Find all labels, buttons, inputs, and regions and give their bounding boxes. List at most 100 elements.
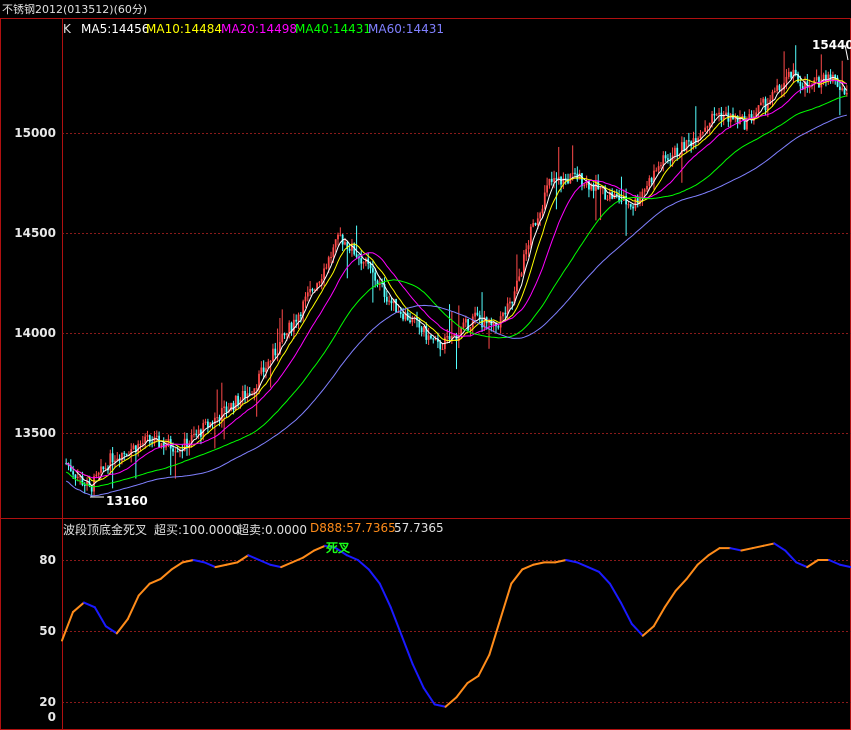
d888-segment — [269, 563, 283, 569]
candle-body — [390, 300, 393, 304]
candle-body — [146, 435, 149, 437]
candle-body — [713, 113, 716, 116]
low-price-marker: 13160 — [106, 494, 148, 508]
candle-body — [74, 474, 77, 478]
candle-body — [662, 155, 665, 166]
candle-body — [843, 88, 846, 95]
candle-body — [655, 170, 658, 172]
candle-body — [527, 245, 530, 250]
d888-segment — [170, 561, 184, 571]
candle-body — [420, 327, 423, 333]
overbuy-label: 超买:100.0000 — [154, 523, 240, 537]
candle-body — [787, 71, 790, 77]
candle-body — [441, 349, 444, 351]
candle-body — [139, 443, 142, 445]
candle-body — [462, 322, 465, 329]
candle-body — [97, 472, 100, 475]
candle-body — [708, 122, 711, 127]
d888-segment — [411, 663, 425, 689]
candle-body — [423, 326, 425, 333]
candle-body — [453, 334, 456, 336]
candle-body — [546, 185, 549, 193]
candle-body — [402, 313, 404, 320]
window-title: 不锈钢2012(013512)(60分) — [2, 3, 148, 16]
candle-body — [711, 113, 713, 123]
d888-segment — [302, 549, 316, 559]
candle-body — [283, 333, 286, 336]
ind-tick-80: 80 — [39, 553, 56, 567]
candle-body — [123, 452, 126, 454]
candle-body — [841, 88, 844, 90]
candle-body — [469, 327, 472, 331]
d888-segment — [773, 542, 787, 552]
d888-segment — [806, 559, 820, 569]
candle-body — [518, 276, 521, 281]
chart-frame — [0, 18, 851, 730]
candle-body — [339, 234, 342, 236]
d888-segment — [247, 554, 261, 561]
ind-tick-50: 50 — [39, 624, 56, 638]
candle-body — [111, 453, 114, 463]
d888-segment — [455, 682, 469, 699]
ma60-line — [65, 114, 847, 497]
d888-segment — [61, 611, 74, 642]
candle-body — [385, 296, 388, 302]
candle-body — [297, 314, 300, 322]
d888-value: 57.7365 — [394, 521, 444, 535]
candle-body — [471, 316, 474, 328]
candle-body — [369, 263, 372, 269]
d888-segment — [630, 622, 644, 637]
candle-body — [553, 178, 555, 182]
candle-body — [467, 319, 470, 331]
d888-segment — [652, 606, 666, 628]
d888-segment — [82, 601, 96, 609]
candle-body — [674, 147, 676, 156]
candle-body — [206, 421, 209, 428]
d888-segment — [203, 561, 217, 569]
candle-body — [776, 85, 779, 91]
d888-segment — [597, 570, 611, 585]
d888-segment — [466, 674, 480, 685]
candle-body — [348, 248, 351, 251]
d888-segment — [554, 559, 568, 564]
candle-body — [834, 74, 837, 78]
d888-segment — [104, 625, 118, 635]
candle-body — [502, 312, 504, 317]
candle-body — [132, 445, 135, 450]
candle-body — [432, 338, 435, 340]
candle-body — [274, 348, 277, 356]
d888-segment — [236, 554, 250, 564]
candle-body — [643, 189, 646, 192]
candle-body — [309, 288, 312, 293]
candle-body — [634, 198, 637, 209]
candle-body — [706, 126, 709, 128]
candle-body — [285, 333, 288, 336]
candle-body — [748, 114, 751, 119]
candle-body — [172, 448, 174, 452]
candle-body — [434, 339, 437, 341]
candle-body — [388, 300, 391, 302]
candle-body — [288, 322, 291, 334]
candle-body — [592, 184, 595, 191]
death-cross-signal: 死叉 — [326, 541, 351, 555]
candle-body — [295, 319, 298, 322]
candle-body — [534, 223, 537, 225]
d888-segment — [751, 544, 765, 550]
d888-segment — [608, 582, 622, 604]
candle-body — [606, 198, 609, 200]
candle-body — [304, 296, 307, 302]
candle-body — [539, 213, 542, 219]
candle-body — [704, 127, 707, 132]
ma10-line — [65, 78, 848, 482]
d888-segment — [93, 606, 107, 628]
candle-body — [464, 319, 467, 323]
candle-body — [525, 249, 528, 255]
candle-body — [699, 133, 702, 138]
candle-body — [504, 312, 507, 315]
candle-body — [511, 301, 514, 304]
candle-body — [176, 451, 179, 453]
d888-segment — [422, 686, 436, 706]
d888-segment — [619, 601, 633, 625]
candle-body — [327, 257, 330, 268]
candle-body — [430, 335, 432, 339]
